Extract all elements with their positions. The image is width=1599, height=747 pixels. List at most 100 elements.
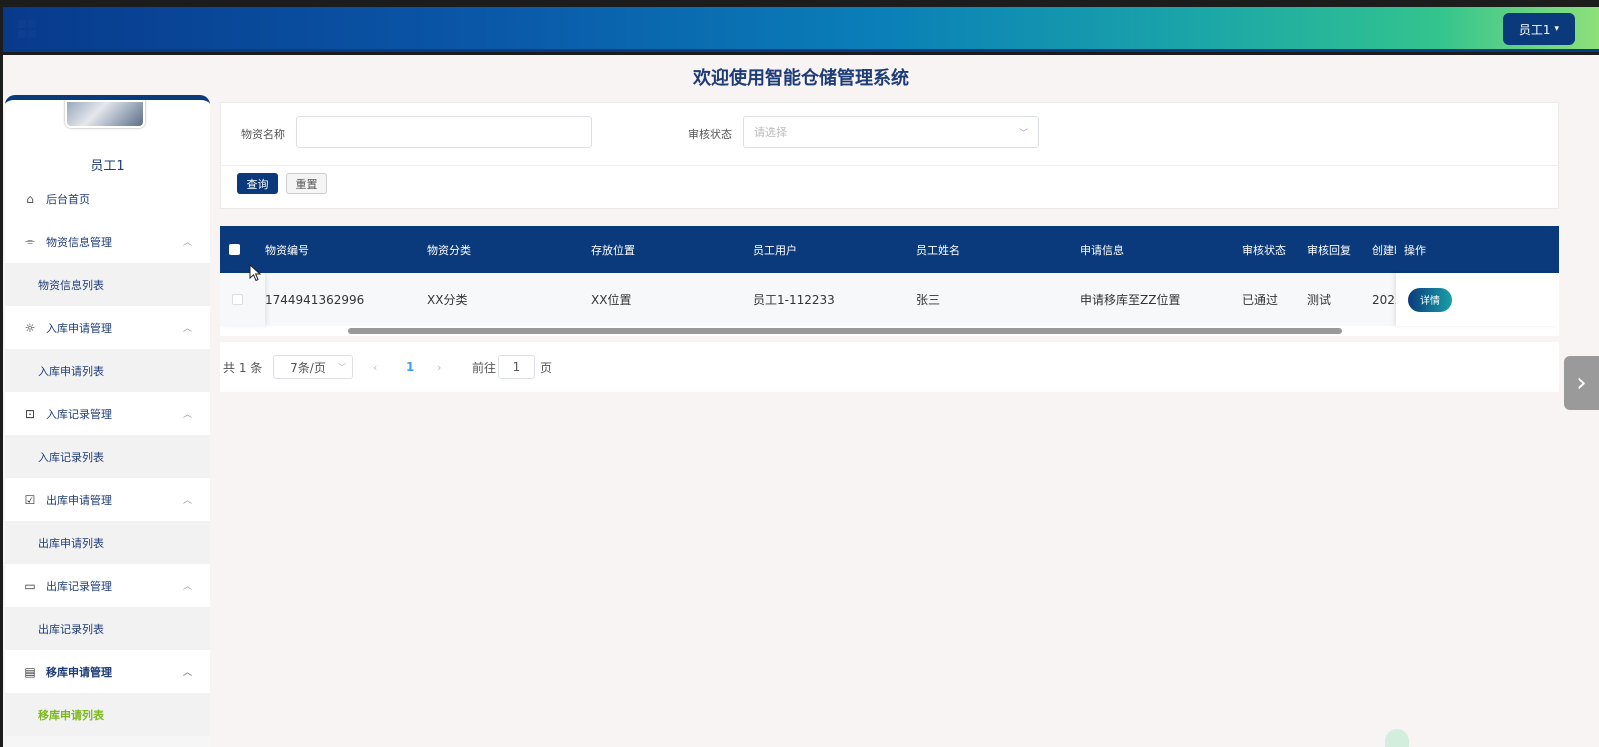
sidebar-group-outbound-apply[interactable]: ☑ 出库申请管理 ︿ [5,478,210,521]
grid-menu-icon[interactable] [18,20,36,38]
goto-prefix: 前往 [472,360,497,375]
pager-total: 共 1 条 [223,360,263,375]
material-name-input[interactable] [296,116,592,148]
next-page-icon[interactable]: › [437,342,441,392]
sidebar-group-label: 出库申请管理 [46,493,112,507]
fixed-right-cell: 详情 [1396,273,1559,326]
page-number-current[interactable]: 1 [406,342,414,392]
sidebar-item-inbound-apply-list[interactable]: 入库申请列表 [5,349,210,392]
sidebar-group-material-info[interactable]: ⌯ 物资信息管理 ︿ [5,220,210,263]
sidebar-group-outbound-record[interactable]: ▭ 出库记录管理 ︿ [5,564,210,607]
horizontal-scrollbar[interactable] [348,328,1342,334]
floating-widget[interactable] [1385,729,1409,747]
sidebar-item-label: 物资信息列表 [38,278,104,292]
audit-status-select[interactable]: 请选择 ﹀ [743,116,1039,148]
cell-name: 张三 [916,293,941,307]
col-header-id[interactable]: 物资编号 [265,226,309,273]
col-header-category[interactable]: 物资分类 [427,226,471,273]
archive-icon: ▤ [24,664,36,679]
tag-icon: ⌯ [25,234,35,248]
chevron-up-icon: ︿ [182,582,192,592]
chevron-up-icon: ︿ [182,668,192,678]
detail-button-wrap: 详情 [1408,273,1452,326]
row-checkbox[interactable] [232,273,243,326]
goto-page-input[interactable]: 1 [498,355,535,379]
search-panel: 物资名称 审核状态 请选择 ﹀ 查询 重置 [220,102,1559,209]
user-menu-label: 员工1 [1518,22,1551,37]
audit-status-placeholder: 请选择 [754,126,787,139]
chevron-up-icon: ︿ [182,496,192,506]
chevron-up-icon: ︿ [182,410,192,420]
sun-icon: ☼ [24,320,36,335]
reset-button[interactable]: 重置 [286,173,327,194]
page-title: 欢迎使用智能仓储管理系统 [693,68,909,89]
material-name-label: 物资名称 [241,128,285,141]
col-header-name[interactable]: 员工姓名 [916,226,960,273]
cell-location: XX位置 [591,293,632,307]
sidebar-group-label: 出库记录管理 [46,579,112,593]
sidebar-item-label: 出库申请列表 [38,536,104,550]
sidebar-group-inbound-apply[interactable]: ☼ 入库申请管理 ︿ [5,306,210,349]
sidebar-item-label: 入库申请列表 [38,364,104,378]
page-size-select[interactable]: 7条/页 ﹀ [273,355,353,379]
profile-username: 员工1 [90,159,125,174]
sidebar-item-transfer-apply-list[interactable]: 移库申请列表 [5,693,210,736]
divider [221,165,1558,166]
sidebar-group-transfer-apply[interactable]: ▤ 移库申请管理 ︿ [5,650,210,693]
sidebar-item-outbound-record-list[interactable]: 出库记录列表 [5,607,210,650]
sidebar: 员工1 ⌂ 后台首页 ⌯ 物资信息管理 ︿ 物资信息列表 ☼ 入库申请管理 ︿ … [5,95,210,747]
sidebar-item-label: 移库申请列表 [38,708,104,722]
sidebar-item-material-list[interactable]: 物资信息列表 [5,263,210,306]
home-icon: ⌂ [26,191,34,206]
col-header-audit-reply[interactable]: 审核回复 [1307,226,1351,273]
top-navbar: 员工1 ▾ [3,7,1599,52]
sidebar-item-label: 入库记录列表 [38,450,104,464]
cell-apply-info: 申请移库至ZZ位置 [1080,293,1181,307]
cell-audit-reply: 测试 [1307,293,1332,307]
goto-page-value: 1 [498,355,535,379]
sidebar-group-label: 移库申请管理 [46,665,112,679]
col-header-apply-info[interactable]: 申请信息 [1080,226,1124,273]
cell-category: XX分类 [427,293,468,307]
table-row: 1744941362996 XX分类 XX位置 员工1-112233 张三 申请… [220,273,1559,326]
page-area: 欢迎使用智能仓储管理系统 员工1 ⌂ 后台首页 ⌯ 物资信息管理 ︿ 物资信息列… [3,55,1599,747]
chevron-down-icon: ﹀ [1018,128,1028,139]
avatar [65,100,145,128]
col-header-created[interactable]: 创建时 [1372,226,1396,273]
chevron-right-icon[interactable]: › [1564,356,1599,410]
chevron-up-icon: ︿ [182,238,192,248]
sidebar-group-label: 入库记录管理 [46,407,112,421]
sidebar-item-inbound-record-list[interactable]: 入库记录列表 [5,435,210,478]
query-button[interactable]: 查询 [237,173,278,194]
cell-id: 1744941362996 [265,292,365,307]
col-header-audit-status[interactable]: 审核状态 [1242,226,1286,273]
prev-page-icon[interactable]: ‹ [373,342,377,392]
cell-created: 2025 [1372,292,1396,307]
user-menu-button[interactable]: 员工1 ▾ [1503,13,1575,45]
chevron-down-icon: ▾ [1554,24,1560,34]
chevron-up-icon: ︿ [182,324,192,334]
col-header-location[interactable]: 存放位置 [591,226,635,273]
clipboard-check-icon: ☑ [24,492,36,507]
sidebar-group-label: 入库申请管理 [46,321,112,335]
detail-button[interactable]: 详情 [1408,287,1452,312]
select-all-checkbox[interactable] [229,226,240,273]
chat-icon: ▭ [24,578,36,593]
sidebar-item-label: 出库记录列表 [38,622,104,636]
cell-audit-status: 已通过 [1242,293,1279,307]
col-header-action: 操作 [1404,243,1426,257]
sidebar-item-home[interactable]: ⌂ 后台首页 [5,177,210,220]
profile-card: 员工1 [5,100,210,177]
mouse-cursor-icon [249,264,262,282]
goto-suffix: 页 [540,360,553,375]
data-table: 物资编号 物资分类 存放位置 员工用户 员工姓名 申请信息 审核状态 审核回复 … [220,226,1559,336]
sidebar-item-label: 后台首页 [46,192,90,206]
sidebar-group-inbound-record[interactable]: ⊡ 入库记录管理 ︿ [5,392,210,435]
inbox-icon: ⊡ [24,406,36,421]
col-header-user[interactable]: 员工用户 [753,226,797,273]
chevron-down-icon: ﹀ [338,362,346,372]
sidebar-group-label: 物资信息管理 [46,235,112,249]
sidebar-item-outbound-apply-list[interactable]: 出库申请列表 [5,521,210,564]
page-size-value: 7条/页 [290,360,326,375]
fixed-right-header: 操作 [1396,226,1559,273]
